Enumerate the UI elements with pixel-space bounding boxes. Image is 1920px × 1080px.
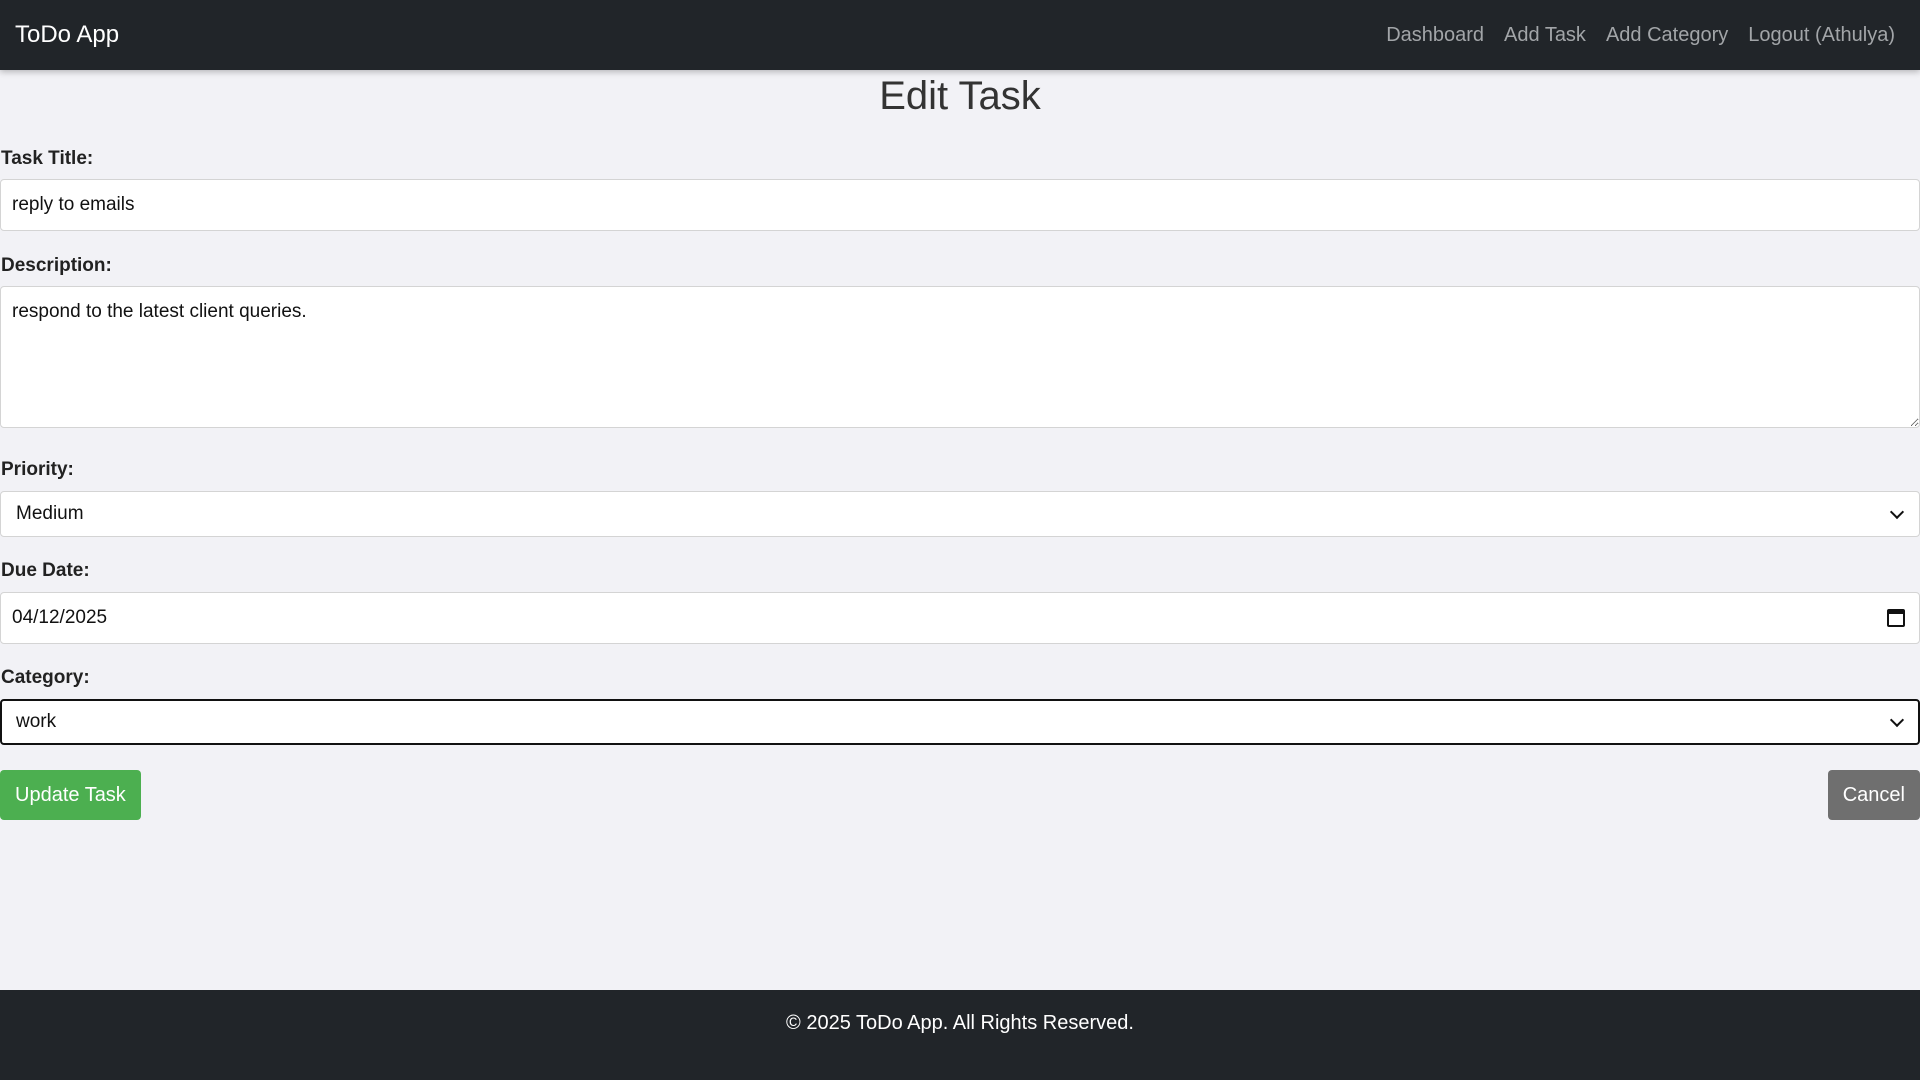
edit-task-form: Edit Task Task Title: Description: respo… bbox=[0, 70, 1920, 990]
nav-link-add-task[interactable]: Add Task bbox=[1504, 24, 1586, 47]
priority-label: Priority: bbox=[1, 459, 74, 480]
due-date-label: Due Date: bbox=[1, 560, 90, 581]
nav-links: Dashboard Add Task Add Category Logout (… bbox=[1386, 24, 1905, 47]
description-label: Description: bbox=[1, 255, 112, 276]
chevron-down-icon bbox=[1889, 712, 1905, 727]
category-label: Category: bbox=[1, 667, 90, 688]
footer: © 2025 ToDo App. All Rights Reserved. bbox=[0, 990, 1920, 1080]
priority-selected-value: Medium bbox=[16, 503, 84, 524]
brand-link[interactable]: ToDo App bbox=[15, 21, 119, 49]
category-select[interactable]: work bbox=[0, 699, 1920, 745]
chevron-down-icon bbox=[1889, 504, 1905, 519]
due-date-value: 04/12/2025 bbox=[12, 607, 108, 628]
footer-copyright: © 2025 ToDo App. All Rights Reserved. bbox=[786, 1011, 1134, 1034]
calendar-icon[interactable] bbox=[1887, 609, 1905, 627]
task-title-label: Task Title: bbox=[1, 148, 94, 169]
category-selected-value: work bbox=[16, 711, 57, 732]
task-title-input[interactable] bbox=[0, 179, 1920, 231]
navbar: ToDo App Dashboard Add Task Add Category… bbox=[0, 0, 1920, 70]
update-task-button[interactable]: Update Task bbox=[0, 770, 141, 820]
priority-select[interactable]: Medium bbox=[0, 491, 1920, 537]
description-textarea[interactable]: respond to the latest client queries. bbox=[0, 286, 1920, 428]
cancel-button[interactable]: Cancel bbox=[1827, 770, 1920, 820]
nav-link-dashboard[interactable]: Dashboard bbox=[1386, 24, 1484, 47]
page-title: Edit Task bbox=[879, 74, 1041, 118]
nav-link-add-category[interactable]: Add Category bbox=[1606, 24, 1728, 47]
nav-link-logout[interactable]: Logout (Athulya) bbox=[1748, 24, 1895, 47]
due-date-input[interactable]: 04/12/2025 bbox=[0, 592, 1920, 644]
